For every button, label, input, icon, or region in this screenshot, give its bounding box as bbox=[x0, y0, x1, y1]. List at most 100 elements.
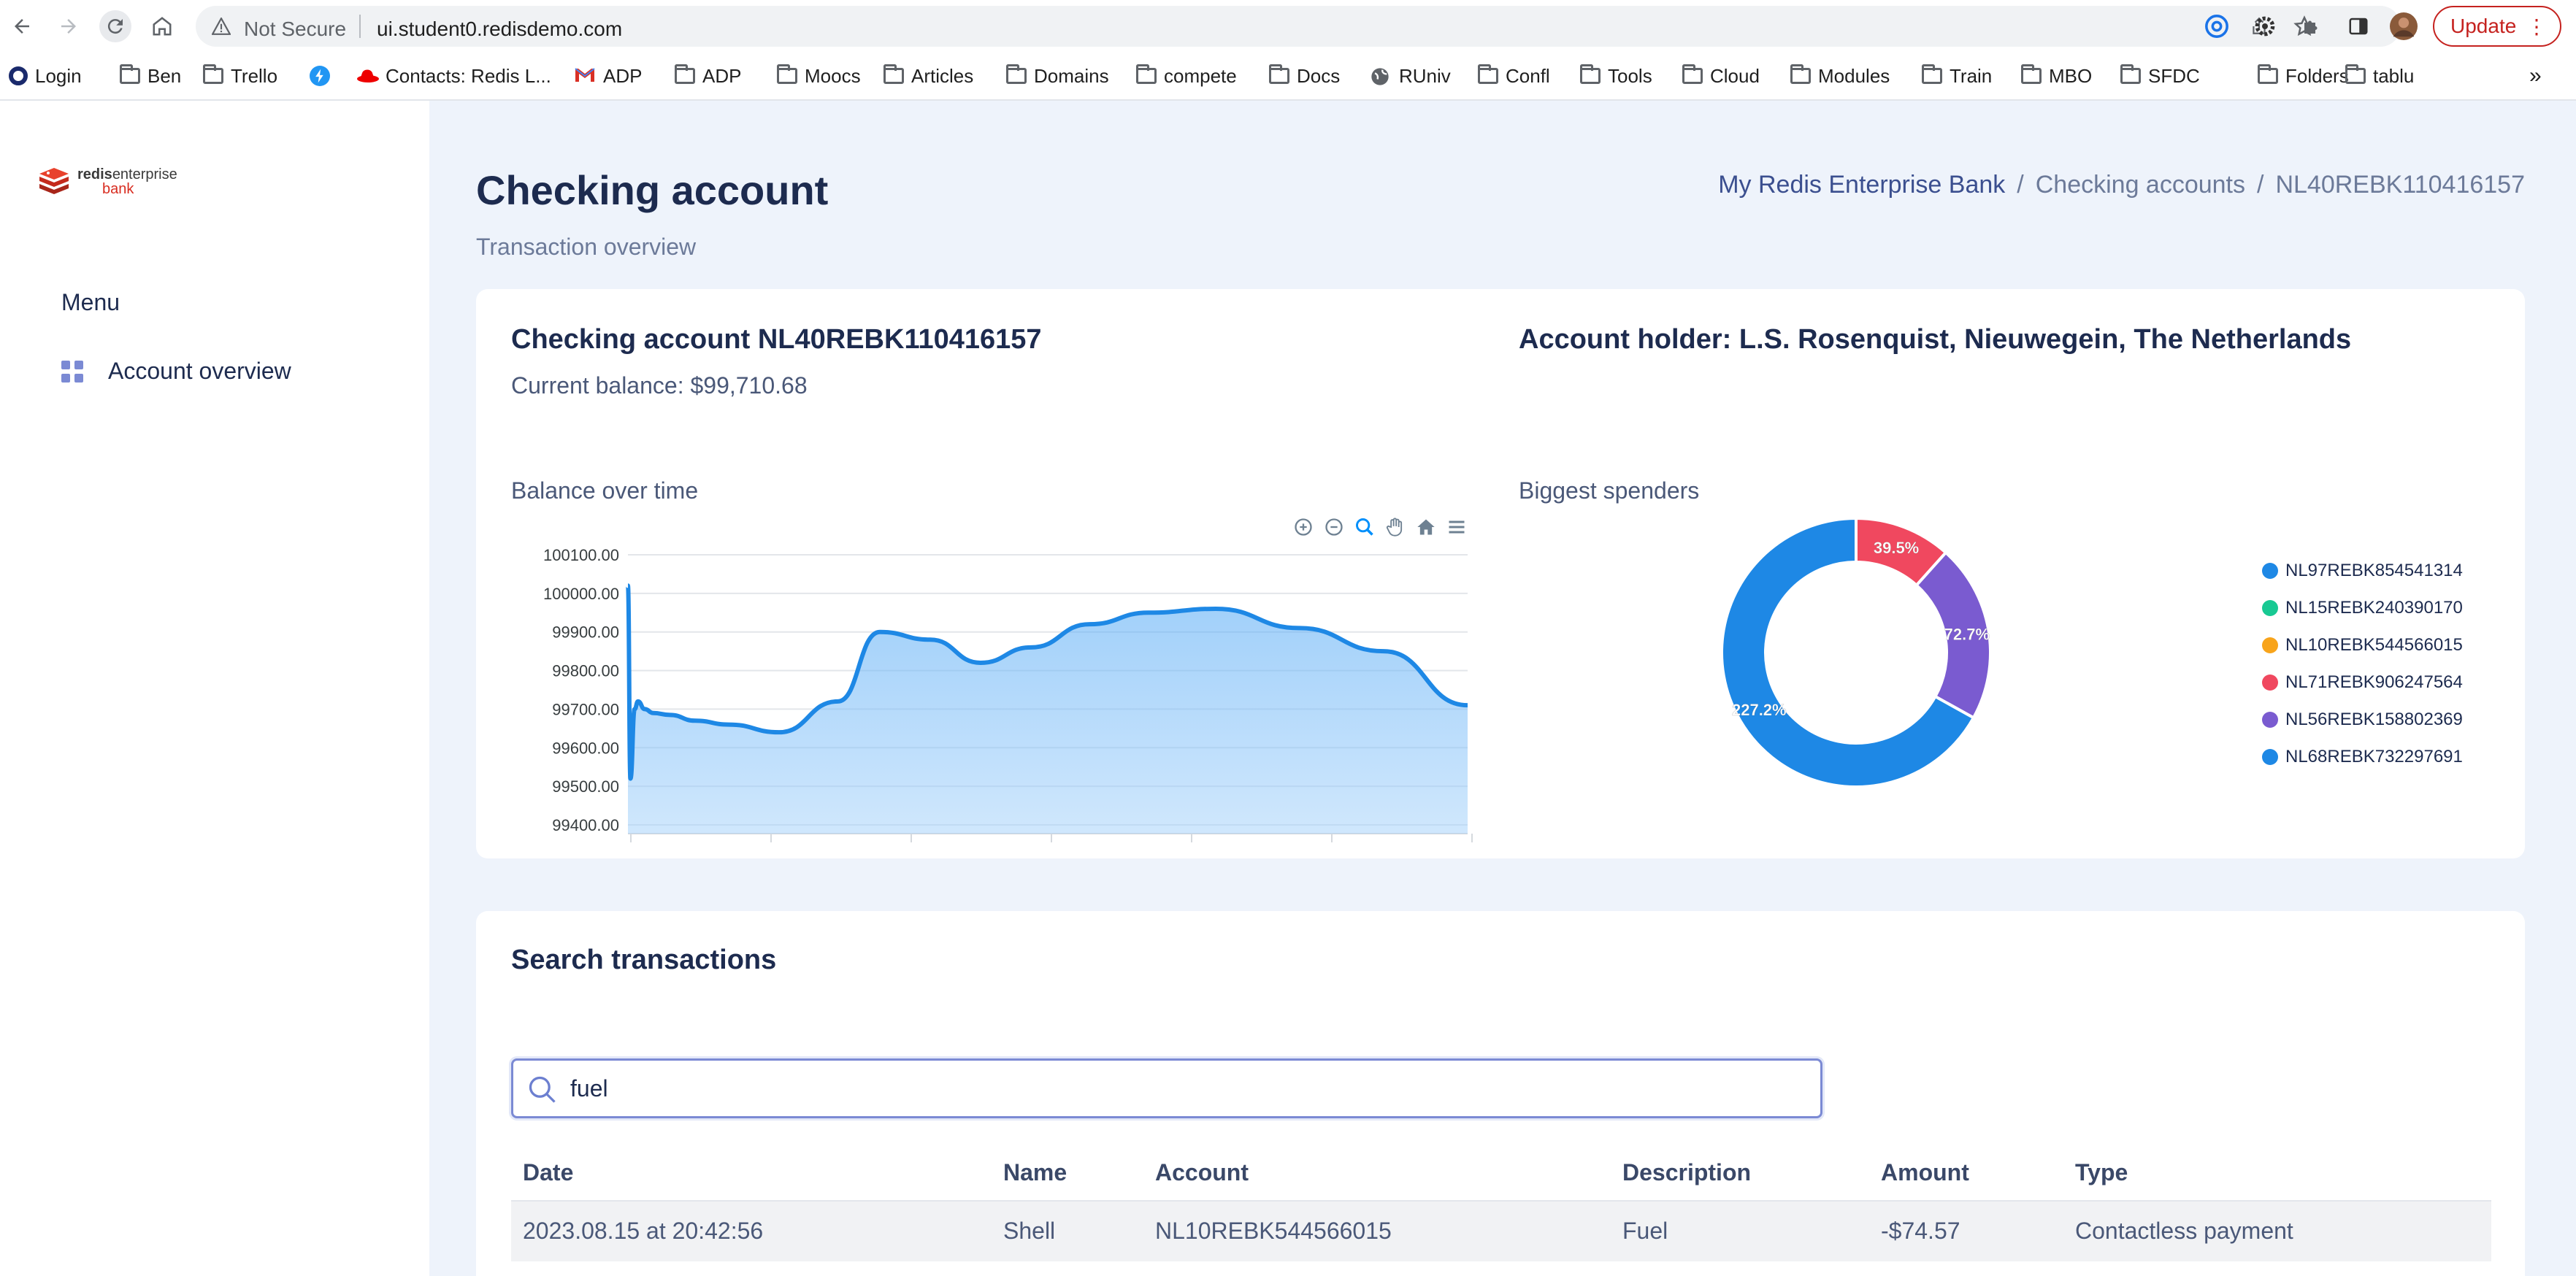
spenders-legend: NL97REBK854541314 NL15REBK240390170 NL10RE… bbox=[2262, 552, 2463, 775]
bookmark-label: Docs bbox=[1297, 64, 1341, 87]
search-input[interactable] bbox=[570, 1071, 1797, 1106]
bookmark-item[interactable]: tablu bbox=[2345, 63, 2414, 89]
sidebar-item-account-overview[interactable]: Account overview bbox=[61, 358, 291, 385]
puzzle-extensions-icon[interactable] bbox=[2297, 12, 2326, 41]
forward-arrow-icon[interactable] bbox=[53, 10, 85, 42]
legend-item[interactable]: NL97REBK854541314 bbox=[2262, 552, 2463, 589]
logo-text-light: enterprise bbox=[112, 166, 177, 182]
table-row[interactable]: 2023.08.15 at 20:42:56 Shell NL10REBK54456… bbox=[511, 1202, 2491, 1261]
bookmark-item[interactable]: ADP bbox=[574, 63, 642, 89]
redis-enterprise-bank-logo[interactable]: redisenterprise bank bbox=[38, 166, 177, 197]
column-header[interactable]: Description bbox=[1622, 1159, 1751, 1186]
table-cell: 2023.08.15 at 20:42:56 bbox=[523, 1218, 764, 1244]
bookmark-item[interactable]: Articles bbox=[883, 63, 973, 89]
table-cell: NL10REBK544566015 bbox=[1155, 1218, 1392, 1244]
bookmark-label: Cloud bbox=[1710, 64, 1760, 87]
bookmark-label: RUniv bbox=[1399, 64, 1451, 87]
url-text[interactable]: ui.student0.redisdemo.com bbox=[377, 18, 622, 41]
bookmark-item[interactable]: Docs bbox=[1269, 63, 1340, 89]
folder-icon bbox=[777, 64, 797, 84]
security-label: Not Secure bbox=[244, 18, 347, 40]
y-tick-label: 99900.00 bbox=[552, 623, 619, 642]
search-transactions-card: Search transactions Date Name Account Descr… bbox=[476, 911, 2525, 1276]
bookmark-item[interactable]: SFDC bbox=[2120, 63, 2200, 89]
legend-marker-icon bbox=[2262, 711, 2278, 728]
bookmark-item[interactable]: RUniv bbox=[1370, 63, 1451, 89]
bookmark-item[interactable]: Trello bbox=[203, 63, 277, 89]
profile-avatar-icon[interactable] bbox=[2389, 12, 2418, 41]
bookmark-item[interactable]: MBO bbox=[2021, 63, 2092, 89]
bookmark-item[interactable]: Moocs bbox=[777, 63, 861, 89]
y-tick-label: 100000.00 bbox=[543, 585, 619, 603]
bookmark-item[interactable]: Cloud bbox=[1682, 63, 1760, 89]
reload-icon[interactable] bbox=[99, 10, 131, 42]
grid-icon bbox=[61, 360, 83, 383]
current-balance: Current balance: $99,710.68 bbox=[511, 372, 808, 399]
breadcrumb-checking-accounts[interactable]: Checking accounts bbox=[2036, 171, 2245, 199]
bookmarks-overflow-chevron-icon[interactable]: » bbox=[2529, 63, 2542, 89]
legend-label: NL56REBK158802369 bbox=[2285, 709, 2463, 729]
bookmark-item[interactable]: ADP bbox=[675, 63, 741, 89]
legend-label: NL97REBK854541314 bbox=[2285, 560, 2463, 580]
breadcrumb-home-link[interactable]: My Redis Enterprise Bank bbox=[1718, 171, 2005, 199]
legend-marker-icon bbox=[2262, 674, 2278, 691]
spenders-chart-label: Biggest spenders bbox=[1519, 477, 1700, 504]
page-title: Checking account bbox=[476, 167, 829, 213]
legend-item[interactable]: NL68REBK732297691 bbox=[2262, 738, 2463, 775]
column-header[interactable]: Amount bbox=[1881, 1159, 1969, 1186]
warning-icon bbox=[212, 18, 231, 35]
bookmark-item[interactable] bbox=[310, 63, 337, 89]
folder-icon bbox=[1478, 64, 1498, 84]
breadcrumb-separator: / bbox=[2257, 171, 2264, 199]
biggest-spenders-donut-chart[interactable]: 39.5% 72.7% 227.2% bbox=[1615, 508, 2199, 858]
search-title: Search transactions bbox=[511, 945, 777, 975]
bookmark-item[interactable]: Confl bbox=[1478, 63, 1550, 89]
home-icon[interactable] bbox=[146, 10, 178, 42]
bookmark-label: Confl bbox=[1506, 64, 1550, 87]
column-header[interactable]: Date bbox=[523, 1159, 573, 1186]
bookmark-label: tablu bbox=[2373, 64, 2415, 87]
folder-icon bbox=[1922, 64, 1942, 84]
bookmark-label: Folders bbox=[2285, 64, 2349, 87]
bookmark-label: Tools bbox=[1608, 64, 1652, 87]
side-panel-icon[interactable] bbox=[2344, 12, 2373, 41]
bookmark-label: Contacts: Redis L... bbox=[386, 64, 551, 87]
bookmark-label: ADP bbox=[603, 64, 643, 87]
legend-item[interactable]: NL71REBK906247564 bbox=[2262, 664, 2463, 701]
bookmark-item[interactable]: Folders bbox=[2258, 63, 2349, 89]
sidebar-item-label: Account overview bbox=[108, 358, 291, 384]
folder-icon bbox=[1790, 64, 1811, 84]
bookmark-item[interactable]: Modules bbox=[1790, 63, 1890, 89]
bookmark-item[interactable]: Domains bbox=[1006, 63, 1109, 89]
update-button[interactable]: Update ⋮ bbox=[2433, 6, 2561, 47]
logo-text-sub: bank bbox=[102, 181, 134, 197]
search-field[interactable] bbox=[511, 1058, 1822, 1118]
bookmark-item[interactable]: compete bbox=[1136, 63, 1237, 89]
gmail-icon bbox=[574, 66, 596, 85]
bookmark-item[interactable]: Login bbox=[9, 63, 82, 89]
bookmark-item[interactable]: Train bbox=[1922, 63, 1992, 89]
legend-marker-icon bbox=[2262, 637, 2278, 653]
account-holder: Account holder: L.S. Rosenquist, Nieuweg… bbox=[1519, 324, 2352, 355]
y-tick-label: 99700.00 bbox=[552, 700, 619, 718]
column-header[interactable]: Account bbox=[1155, 1159, 1249, 1186]
column-header[interactable]: Type bbox=[2075, 1159, 2128, 1186]
at-sign-extension-icon[interactable] bbox=[2202, 12, 2231, 41]
page-subtitle: Transaction overview bbox=[476, 234, 697, 260]
bookmark-item[interactable]: Tools bbox=[1580, 63, 1652, 89]
bookmark-label: Trello bbox=[231, 64, 278, 87]
folder-icon bbox=[120, 64, 140, 84]
back-arrow-icon[interactable] bbox=[6, 10, 38, 42]
circle-logo-icon bbox=[9, 66, 28, 85]
bookmark-item[interactable]: Ben bbox=[120, 63, 181, 89]
address-bar[interactable]: Not Secure ui.student0.redisdemo.com bbox=[196, 6, 2401, 47]
bookmark-item[interactable]: Contacts: Redis L... bbox=[356, 63, 551, 89]
legend-item[interactable]: NL10REBK544566015 bbox=[2262, 626, 2463, 664]
gear-extension-icon[interactable] bbox=[2250, 12, 2280, 41]
bookmark-label: Ben bbox=[147, 64, 182, 87]
legend-marker-icon bbox=[2262, 599, 2278, 616]
column-header[interactable]: Name bbox=[1003, 1159, 1067, 1186]
legend-item[interactable]: NL56REBK158802369 bbox=[2262, 701, 2463, 738]
balance-over-time-chart[interactable]: 100100.00 100000.00 99900.00 99800.00 99700.… bbox=[476, 508, 1498, 858]
legend-item[interactable]: NL15REBK240390170 bbox=[2262, 589, 2463, 626]
